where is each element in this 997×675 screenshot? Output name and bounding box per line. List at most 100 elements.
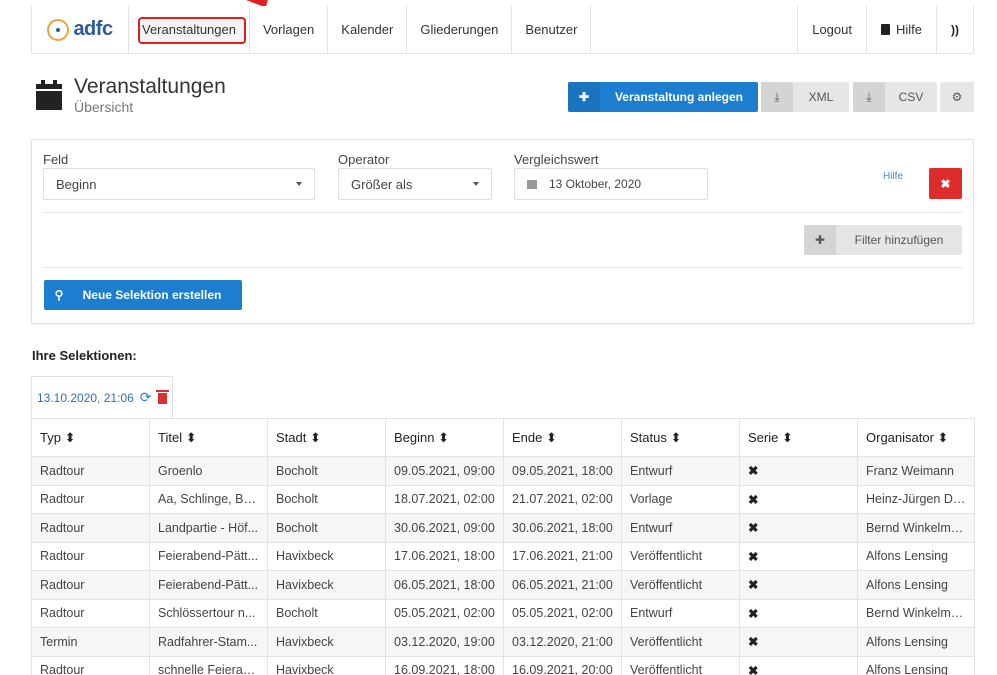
xml-label: XML xyxy=(808,90,834,104)
cell-stadt: Bocholt xyxy=(267,598,386,628)
operator-label: Operator xyxy=(338,152,390,167)
divider xyxy=(43,267,963,268)
top-navbar: adfc Veranstaltungen Vorlagen Kalender G… xyxy=(31,6,974,54)
table-row[interactable]: Radtour Groenlo Bocholt 09.05.2021, 09:00 09… xyxy=(31,456,975,486)
cell-ende: 17.06.2021, 21:00 xyxy=(503,541,622,571)
cell-beginn: 18.07.2021, 02:00 xyxy=(385,484,504,514)
cell-organisator: Alfons Lensing xyxy=(857,655,975,675)
column-header-organisator[interactable]: Organisator ⬍ xyxy=(857,418,975,457)
cell-ende: 30.06.2021, 18:00 xyxy=(503,513,622,543)
calendar-icon xyxy=(36,80,62,110)
logout-link[interactable]: Logout xyxy=(798,6,867,53)
rss-icon: )) xyxy=(951,22,959,37)
close-icon: ✖ xyxy=(940,176,951,191)
nav-label: Veranstaltungen xyxy=(142,22,236,37)
nav-benutzer[interactable]: Benutzer xyxy=(512,6,592,53)
cell-organisator: Franz Weimann xyxy=(857,456,975,486)
export-csv-button[interactable]: ⤓ CSV xyxy=(853,82,937,112)
settings-button[interactable]: ⚙ xyxy=(940,82,974,112)
compare-label: Vergleichswert xyxy=(514,152,599,167)
gear-icon: ⚙ xyxy=(951,90,963,104)
field-label: Feld xyxy=(43,152,69,167)
cell-status: Veröffentlicht xyxy=(621,570,740,600)
cell-typ: Radtour xyxy=(31,655,150,675)
nav-gliederungen[interactable]: Gliederungen xyxy=(407,6,513,53)
table-header-row: Typ ⬍ Titel ⬍ Stadt ⬍ Beginn ⬍ Ende ⬍ St… xyxy=(31,418,975,457)
table-row[interactable]: Radtour Aa, Schlinge, Be... Bocholt 18.07.2… xyxy=(31,484,975,514)
cell-serie: ✖ xyxy=(739,627,858,657)
nav-veranstaltungen[interactable]: Veranstaltungen xyxy=(128,6,250,53)
cell-beginn: 09.05.2021, 09:00 xyxy=(385,456,504,486)
field-select-value: Beginn xyxy=(56,176,97,192)
cell-organisator: Bernd Winkelma... xyxy=(857,598,975,628)
trash-icon[interactable] xyxy=(155,390,169,404)
logo-mark-icon xyxy=(47,18,70,41)
cell-typ: Radtour xyxy=(31,513,150,543)
cell-ende: 05.05.2021, 02:00 xyxy=(503,598,622,628)
new-selection-button[interactable]: ⚲ Neue Selektion erstellen xyxy=(44,280,242,310)
remove-filter-button[interactable]: ✖ xyxy=(929,168,962,199)
refresh-icon[interactable]: ⟳ xyxy=(140,389,152,406)
cell-titel: Feierabend-Pätt... xyxy=(149,570,268,600)
cell-ende: 21.07.2021, 02:00 xyxy=(503,484,622,514)
field-select[interactable]: Beginn xyxy=(43,168,315,200)
column-header-stadt[interactable]: Stadt ⬍ xyxy=(267,418,386,457)
column-header-status[interactable]: Status ⬍ xyxy=(621,418,740,457)
book-icon xyxy=(880,24,890,35)
selections-heading: Ihre Selektionen: xyxy=(32,348,137,363)
page-header: Veranstaltungen Übersicht xyxy=(36,76,226,115)
column-header-titel[interactable]: Titel ⬍ xyxy=(149,418,268,457)
cell-stadt: Bocholt xyxy=(267,484,386,514)
cell-ende: 06.05.2021, 21:00 xyxy=(503,570,622,600)
cell-typ: Radtour xyxy=(31,598,150,628)
export-xml-button[interactable]: ⤓ XML xyxy=(761,82,849,112)
cell-serie: ✖ xyxy=(739,655,858,675)
nav-kalender[interactable]: Kalender xyxy=(328,6,408,53)
selection-tab-label[interactable]: 13.10.2020, 21:06 xyxy=(37,391,134,405)
table-row[interactable]: Radtour Feierabend-Pätt... Havixbeck 06.05.… xyxy=(31,570,975,600)
cell-typ: Radtour xyxy=(31,484,150,514)
download-icon: ⤓ xyxy=(761,82,793,112)
help-link[interactable]: Hilfe xyxy=(867,6,937,53)
cell-beginn: 05.05.2021, 02:00 xyxy=(385,598,504,628)
cell-status: Entwurf xyxy=(621,598,740,628)
filter-help-link[interactable]: Hilfe xyxy=(883,171,903,182)
nav-label: Benutzer xyxy=(525,22,578,37)
cell-serie: ✖ xyxy=(739,513,858,543)
nav-vorlagen[interactable]: Vorlagen xyxy=(250,6,329,53)
column-header-typ[interactable]: Typ ⬍ xyxy=(31,418,150,457)
cell-ende: 09.05.2021, 18:00 xyxy=(503,456,622,486)
table-row[interactable]: Radtour schnelle Feierab... Havixbeck 16.09… xyxy=(31,655,975,675)
column-header-ende[interactable]: Ende ⬍ xyxy=(503,418,622,457)
cell-titel: schnelle Feierab... xyxy=(149,655,268,675)
help-label: Hilfe xyxy=(895,22,922,37)
column-header-beginn[interactable]: Beginn ⬍ xyxy=(385,418,504,457)
cell-titel: Feierabend-Pätt... xyxy=(149,541,268,571)
selection-tab[interactable]: 13.10.2020, 21:06 ⟳ xyxy=(31,376,173,418)
operator-select[interactable]: Größer als xyxy=(338,168,492,200)
table-row[interactable]: Radtour Landpartie - Höf... Bocholt 30.06.2… xyxy=(31,513,975,543)
rss-link[interactable]: )) xyxy=(937,6,973,53)
table-row[interactable]: Radtour Feierabend-Pätt... Havixbeck 17.06.… xyxy=(31,541,975,571)
cell-status: Veröffentlicht xyxy=(621,655,740,675)
new-selection-label: Neue Selektion erstellen xyxy=(82,288,222,302)
column-header-serie[interactable]: Serie ⬍ xyxy=(739,418,858,457)
cell-titel: Landpartie - Höf... xyxy=(149,513,268,543)
create-event-label: Veranstaltung anlegen xyxy=(614,90,744,104)
cell-serie: ✖ xyxy=(739,598,858,628)
cell-titel: Groenlo xyxy=(149,456,268,486)
cell-status: Entwurf xyxy=(621,456,740,486)
table-row[interactable]: Termin Radfahrer-Stam... Havixbeck 03.12.20… xyxy=(31,627,975,657)
csv-label: CSV xyxy=(898,90,924,104)
create-event-button[interactable]: ✚ Veranstaltung anlegen xyxy=(568,82,758,112)
download-icon: ⤓ xyxy=(853,82,885,112)
add-filter-button[interactable]: ✚ Filter hinzufügen xyxy=(804,225,962,255)
adfc-logo[interactable]: adfc xyxy=(32,6,128,53)
calendar-small-icon xyxy=(527,179,537,189)
divider xyxy=(43,212,963,213)
compare-date-input[interactable]: 13 Oktober, 2020 xyxy=(514,168,708,200)
table-row[interactable]: Radtour Schlössertour n... Bocholt 05.05.20… xyxy=(31,598,975,628)
cell-organisator: Bernd Winkelma... xyxy=(857,513,975,543)
cell-serie: ✖ xyxy=(739,456,858,486)
chevron-down-icon xyxy=(473,182,479,186)
